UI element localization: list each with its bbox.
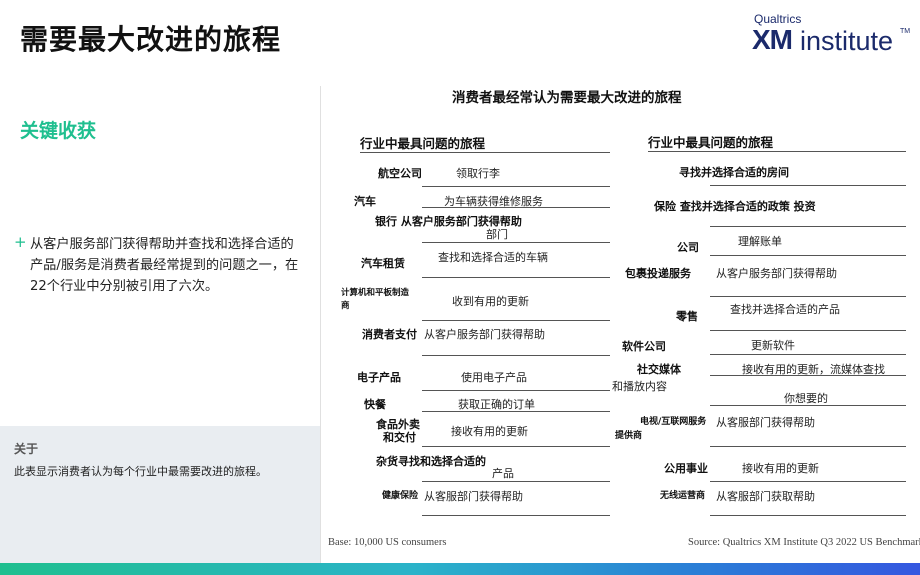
industry-label-line2: 商 xyxy=(341,301,350,311)
journey-value: 使用电子产品 xyxy=(461,371,527,384)
industry-label: 零售 xyxy=(676,310,698,323)
journey-value: 更新软件 xyxy=(751,339,795,352)
row-divider xyxy=(648,151,906,152)
row-divider xyxy=(422,481,610,482)
row-divider xyxy=(710,226,906,227)
journey-value: 从客服部门获得帮助 xyxy=(716,416,815,429)
industry-label: 航空公司 xyxy=(378,167,422,180)
industry-label: 软件公司 xyxy=(622,340,666,353)
journey-value: 接收有用的更新 xyxy=(451,425,528,438)
about-text: 此表显示消费者认为每个行业中最需要改进的旅程。 xyxy=(14,465,267,478)
row-divider xyxy=(710,375,906,376)
left-column-header: 行业中最具问题的旅程 xyxy=(360,136,486,151)
row-divider xyxy=(710,354,906,355)
page-title: 需要最大改进的旅程 xyxy=(20,23,282,56)
industry-label: 公用事业 xyxy=(664,462,708,475)
journey-value: 查找并选择合适的产品 xyxy=(730,303,840,316)
footer-base-note: Base: 10,000 US consumers xyxy=(328,537,447,548)
industry-label: 健康保险 xyxy=(382,491,419,501)
industry-label: 计算机和平板制造 xyxy=(341,288,410,298)
industry-label: 社交媒体 xyxy=(637,363,681,376)
key-takeaways-title: 关键收获 xyxy=(20,120,97,142)
industry-label: 无线运营商 xyxy=(660,491,706,501)
chart-title: 消费者最经常认为需要最大改进的旅程 xyxy=(452,90,682,106)
journey-label: 寻找并选择合适的房间 xyxy=(679,166,789,179)
row-divider xyxy=(422,242,610,243)
row-divider xyxy=(710,515,906,516)
industry-label-line2: 提供商 xyxy=(615,431,643,441)
row-divider xyxy=(422,390,610,391)
journey-label: 保险 查找并选择合适的政策 投资 xyxy=(654,200,816,213)
logo-xm-text: XM xyxy=(752,24,793,55)
industry-label: 杂货寻找和选择合适的 xyxy=(376,455,486,468)
row-divider xyxy=(360,152,610,153)
logo-institute-text: institute xyxy=(800,26,894,56)
takeaway-text: 从客户服务部门获得帮助并查找和选择合适的产品/服务是消费者最经常提到的问题之一，… xyxy=(30,237,299,294)
journey-value: 从客服部门获得帮助 xyxy=(424,490,523,503)
row-divider xyxy=(422,320,610,321)
industry-label: 消费者支付 xyxy=(362,328,417,341)
about-box: 关于 此表显示消费者认为每个行业中最需要改进的旅程。 xyxy=(0,426,320,563)
row-divider xyxy=(422,411,610,412)
journey-value: 部门 xyxy=(486,228,508,241)
panel-divider xyxy=(320,86,321,563)
key-takeaways-panel: 关键收获 + 从客户服务部门获得帮助并查找和选择合适的产品/服务是消费者最经常提… xyxy=(0,86,320,426)
row-divider xyxy=(422,446,610,447)
footer-source-note: Source: Qualtrics XM Institute Q3 2022 U… xyxy=(688,537,920,548)
gradient-footer-bar xyxy=(0,563,920,575)
industry-label: 汽车租赁 xyxy=(361,257,405,270)
industry-label: 包裹投递服务 xyxy=(625,267,691,280)
journey-value: 产品 xyxy=(492,467,514,480)
right-column-header: 行业中最具问题的旅程 xyxy=(648,135,774,150)
industry-label-line2: 和播放内容 xyxy=(612,380,667,393)
journey-value: 从客户服务部门获得帮助 xyxy=(424,328,545,341)
row-divider xyxy=(710,255,906,256)
journey-value: 查找和选择合适的车辆 xyxy=(438,251,548,264)
row-divider xyxy=(710,296,906,297)
logo-tm-mark: TM xyxy=(900,28,911,35)
industry-label: 电子产品 xyxy=(357,371,401,384)
plus-icon: + xyxy=(14,233,27,251)
industry-label: 电视/互联网服务 xyxy=(640,417,707,427)
journey-value: 理解账单 xyxy=(738,235,782,248)
qualtrics-xm-institute-logo: Qualtrics XM institute TM xyxy=(752,12,912,58)
row-divider xyxy=(710,330,906,331)
industry-label-line2: 和交付 xyxy=(383,431,416,444)
journey-value: 接收有用的更新 xyxy=(742,462,819,475)
industry-label: 公司 xyxy=(677,241,699,254)
journey-value: 获取正确的订单 xyxy=(458,398,535,411)
row-divider xyxy=(422,515,610,516)
row-divider xyxy=(422,277,610,278)
row-divider xyxy=(710,481,906,482)
journey-value: 从客服部门获取帮助 xyxy=(716,490,815,503)
journey-value: 领取行李 xyxy=(456,167,500,180)
industry-label: 快餐 xyxy=(364,398,386,411)
journey-value: 收到有用的更新 xyxy=(452,295,529,308)
row-divider xyxy=(710,446,906,447)
industry-label: 汽车 xyxy=(354,195,376,208)
journey-value: 你想要的 xyxy=(784,392,828,405)
journey-value: 从客户服务部门获得帮助 xyxy=(716,267,837,280)
row-divider xyxy=(422,186,610,187)
row-divider xyxy=(710,405,906,406)
row-divider xyxy=(422,355,610,356)
row-divider xyxy=(710,185,906,186)
about-title: 关于 xyxy=(14,442,39,456)
row-divider xyxy=(422,207,610,208)
